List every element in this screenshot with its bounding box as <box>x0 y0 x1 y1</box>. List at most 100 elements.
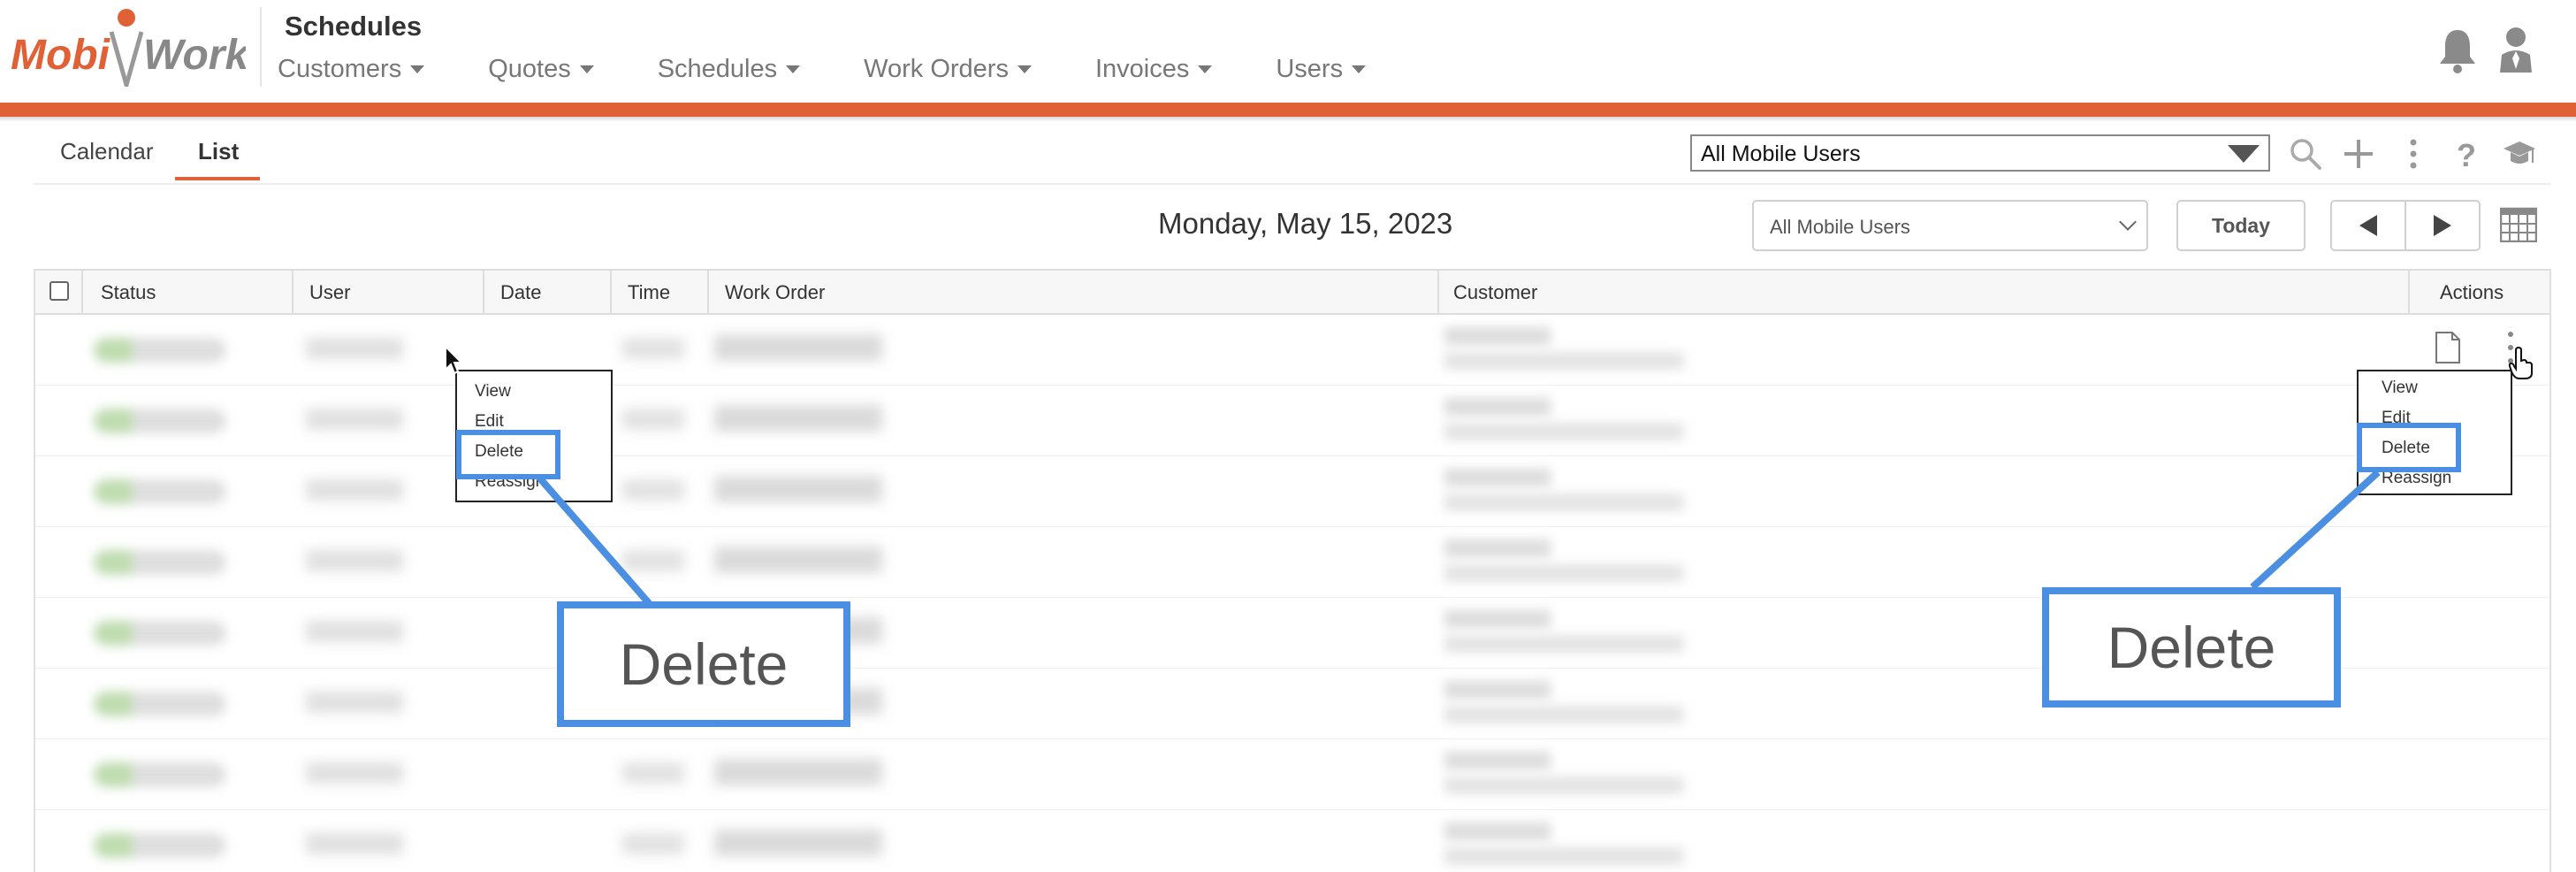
user-icon[interactable] <box>2495 25 2537 74</box>
next-day-button[interactable] <box>2405 200 2481 251</box>
col-actions: Actions <box>2440 281 2504 303</box>
customer-address-cell <box>1444 635 1683 653</box>
col-status[interactable]: Status <box>101 281 156 304</box>
chevron-down-icon <box>2119 213 2137 231</box>
status-badge <box>94 762 226 787</box>
user-cell <box>306 692 403 713</box>
svg-text:Mobi: Mobi <box>11 32 111 79</box>
status-badge <box>94 479 226 504</box>
help-icon[interactable]: ? <box>2449 136 2484 172</box>
triangle-right-icon <box>2434 215 2451 236</box>
today-button[interactable]: Today <box>2176 200 2305 251</box>
bell-icon[interactable] <box>2436 25 2479 74</box>
document-icon[interactable] <box>2435 331 2461 364</box>
mobile-users-filter[interactable]: All Mobile Users <box>1752 200 2148 251</box>
nav-customers[interactable]: Customers <box>278 55 425 84</box>
calendar-grid-icon[interactable] <box>2500 205 2537 242</box>
customer-name-cell[interactable] <box>1444 469 1551 486</box>
status-badge <box>94 409 226 433</box>
col-user[interactable]: User <box>309 281 350 304</box>
active-tab-indicator <box>175 177 260 180</box>
customer-name-cell[interactable] <box>1444 327 1551 345</box>
plus-icon[interactable] <box>2341 136 2376 172</box>
menu-item-edit[interactable]: Edit <box>475 412 504 432</box>
col-date[interactable]: Date <box>500 281 541 304</box>
status-badge <box>94 338 226 363</box>
hand-cursor-icon <box>2508 347 2533 379</box>
time-cell <box>622 762 684 784</box>
user-cell <box>306 479 403 501</box>
table-header: Status User Date Time Work Order Custome… <box>35 269 2549 315</box>
work-order-cell[interactable] <box>714 830 882 856</box>
caret-down-icon <box>786 65 801 73</box>
col-time[interactable]: Time <box>628 281 670 304</box>
table-row[interactable] <box>35 456 2549 527</box>
customer-name-cell[interactable] <box>1444 681 1551 699</box>
customer-address-cell <box>1444 493 1683 511</box>
menu-item-view[interactable]: View <box>475 382 511 402</box>
nav-users[interactable]: Users <box>1276 55 1367 84</box>
work-order-cell[interactable] <box>714 405 882 432</box>
page-title: Schedules <box>285 11 423 42</box>
user-cell <box>306 833 403 854</box>
customer-name-cell[interactable] <box>1444 610 1551 628</box>
customer-name-cell[interactable] <box>1444 539 1551 557</box>
status-badge <box>94 833 226 858</box>
delete-highlight-left <box>456 430 560 479</box>
work-order-cell[interactable] <box>714 759 882 785</box>
time-cell <box>622 833 684 854</box>
tab-calendar[interactable]: Calendar <box>60 138 154 165</box>
table-row[interactable] <box>35 739 2549 810</box>
table-row[interactable] <box>35 386 2549 456</box>
nav-work-orders[interactable]: Work Orders <box>864 55 1032 84</box>
status-badge <box>94 621 226 646</box>
dropdown-arrow-icon <box>2228 145 2260 163</box>
brand-bar-shadow <box>0 117 2576 122</box>
time-cell <box>622 338 684 359</box>
menu-item-view[interactable]: View <box>2382 379 2418 398</box>
user-cell <box>306 338 403 359</box>
col-work-order[interactable]: Work Order <box>725 281 825 304</box>
caret-down-icon <box>579 65 594 73</box>
select-all-checkbox[interactable] <box>50 281 69 301</box>
customer-name-cell[interactable] <box>1444 752 1551 769</box>
svg-text:Work: Work <box>143 32 246 79</box>
mobiwork-logo[interactable]: Mobi Work <box>7 5 246 87</box>
nav-invoices[interactable]: Invoices <box>1095 55 1213 84</box>
svg-text:?: ? <box>2457 137 2476 172</box>
user-cell <box>306 409 403 430</box>
delete-callout-right: Delete <box>2042 587 2341 708</box>
table-row[interactable] <box>35 315 2549 386</box>
customer-address-cell <box>1444 423 1683 440</box>
graduation-cap-icon[interactable] <box>2502 136 2537 172</box>
work-order-cell[interactable] <box>714 334 882 361</box>
brand-bar <box>0 103 2576 117</box>
status-badge <box>94 550 226 575</box>
previous-day-button[interactable] <box>2330 200 2406 251</box>
customer-name-cell[interactable] <box>1444 822 1551 840</box>
customer-address-cell <box>1444 706 1683 723</box>
delete-highlight-right <box>2357 423 2461 472</box>
caret-down-icon <box>410 65 425 73</box>
work-order-cell[interactable] <box>714 547 882 573</box>
work-order-cell[interactable] <box>714 476 882 502</box>
search-icon[interactable] <box>2288 136 2323 172</box>
delete-callout-left: Delete <box>557 601 850 727</box>
tab-list[interactable]: List <box>198 138 239 165</box>
nav-quotes[interactable]: Quotes <box>488 55 594 84</box>
pointer-cursor-icon <box>445 345 463 375</box>
customer-address-cell <box>1444 352 1683 370</box>
schedule-table: Status User Date Time Work Order Custome… <box>34 269 2551 872</box>
more-vertical-icon[interactable] <box>2396 136 2431 172</box>
col-customer[interactable]: Customer <box>1453 281 1537 304</box>
mobile-users-select[interactable]: All Mobile Users <box>1690 134 2270 172</box>
time-cell <box>622 409 684 430</box>
customer-name-cell[interactable] <box>1444 398 1551 416</box>
app-header: Mobi Work Schedules Customers Quotes Sch… <box>0 0 2576 103</box>
caret-down-icon <box>1352 65 1367 73</box>
caret-down-icon <box>1198 65 1213 73</box>
time-cell <box>622 479 684 501</box>
main-nav: Customers Quotes Schedules Work Orders I… <box>278 55 1429 84</box>
table-row[interactable] <box>35 810 2549 872</box>
nav-schedules[interactable]: Schedules <box>658 55 801 84</box>
